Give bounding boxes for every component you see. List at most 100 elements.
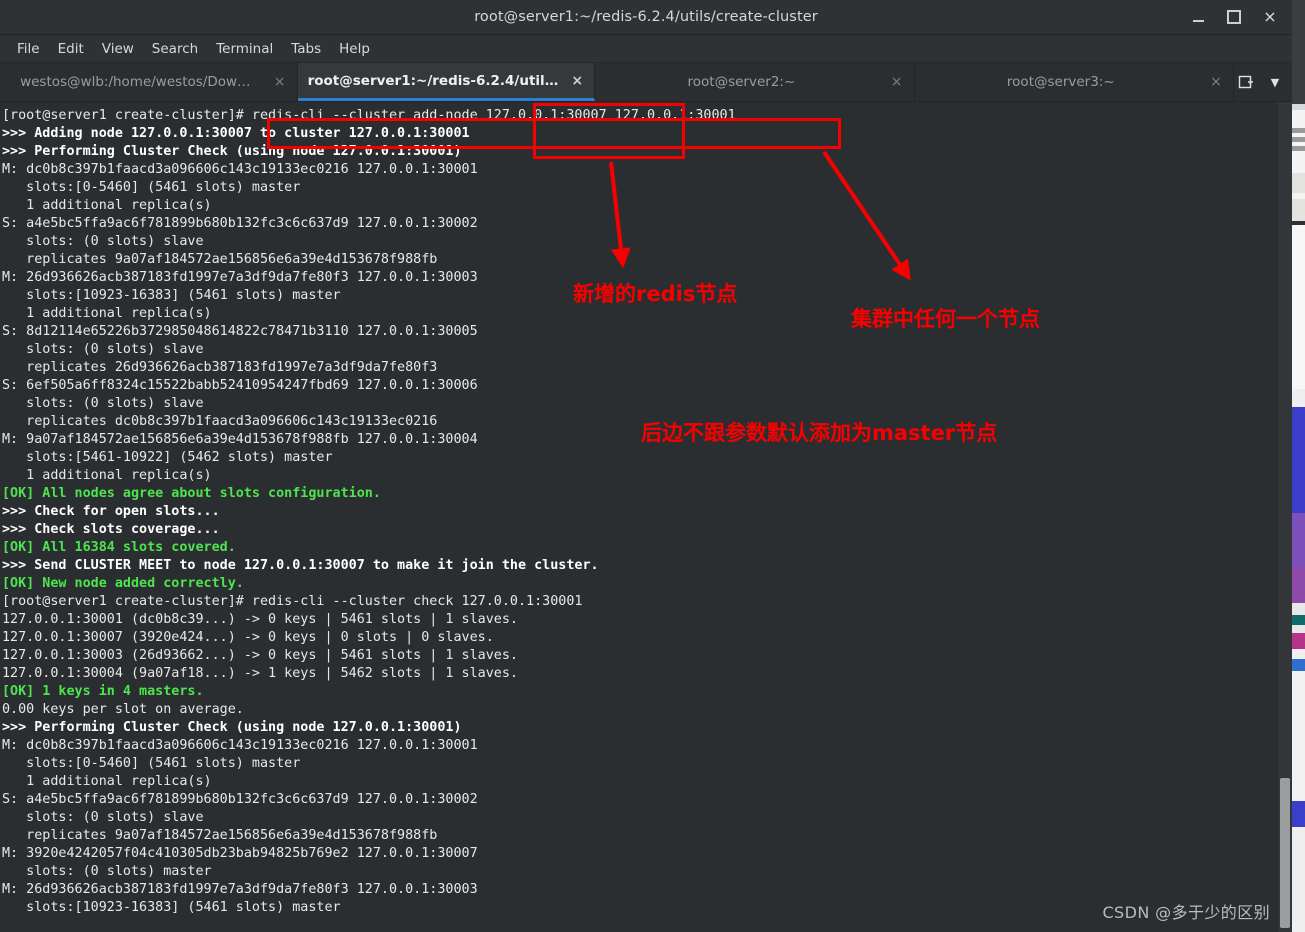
terminal-line: slots:[10923-16383] (5461 slots) master [2,899,736,917]
terminal-text-span: >>> Check for open slots... [2,504,220,519]
new-tab-icon[interactable] [1234,70,1258,94]
terminal-line: replicates 9a07af184572ae156856e6a39e4d1… [2,251,736,269]
menu-item-view[interactable]: View [93,39,143,59]
terminal-scrollbar[interactable] [1278,102,1292,932]
terminal-text-span: 1 additional replica(s) [2,774,212,789]
terminal-text-span: replicates 9a07af184572ae156856e6a39e4d1… [2,828,438,843]
terminal-text-span: M: 9a07af184572ae156856e6a39e4d153678f98… [2,432,478,447]
menu-item-terminal[interactable]: Terminal [207,39,282,59]
terminal-line: 1 additional replica(s) [2,467,736,485]
menu-item-search[interactable]: Search [143,39,207,59]
terminal-text-span: >>> Adding node 127.0.0.1:30007 to clust… [2,126,470,141]
tab-bar-actions: ▼ [1234,63,1292,101]
terminal-text-span: 127.0.0.1:30004 (9a07af18...) -> 1 keys … [2,666,518,681]
terminal-line: >>> Adding node 127.0.0.1:30007 to clust… [2,125,736,143]
terminal-line: 127.0.0.1:30001 (dc0b8c39...) -> 0 keys … [2,611,736,629]
menu-item-help[interactable]: Help [330,39,379,59]
terminal-text-span: replicates 9a07af184572ae156856e6a39e4d1… [2,252,438,267]
terminal-line: replicates dc0b8c397b1faacd3a096606c143c… [2,413,736,431]
terminal-text-span: >>> Check slots coverage... [2,522,220,537]
bg-strip [1290,649,1305,659]
window-controls: × [1180,0,1288,34]
tab-server2[interactable]: root@server2:~ × [595,63,915,101]
tab-westos-downloads[interactable]: westos@wlb:/home/westos/Dow… × [0,63,298,101]
maximize-button[interactable] [1216,0,1252,34]
menu-item-file[interactable]: File [8,39,49,59]
terminal-line: [OK] 1 keys in 4 masters. [2,683,736,701]
terminal-text-span: slots: (0 slots) slave [2,342,204,357]
bg-strip [1290,151,1305,173]
tab-close-icon[interactable]: × [1209,74,1223,90]
tab-close-icon[interactable]: × [890,74,904,90]
terminal-text-span: 127.0.0.1:30001 (dc0b8c39...) -> 0 keys … [2,612,518,627]
terminal-text-span: 0.00 keys per slot on average. [2,702,244,717]
terminal-line: M: 3920e4242057f04c410305db23bab94825b76… [2,845,736,863]
title-bar: root@server1:~/redis-6.2.4/utils/create-… [0,0,1292,35]
terminal-text-span: [root@server1 create-cluster]# [2,108,252,123]
terminal-text: [root@server1 create-cluster]# redis-cli… [0,102,736,917]
terminal-text-span: 127.0.0.1:30003 (26d93662...) -> 0 keys … [2,648,518,663]
bg-strip [1290,827,1305,932]
tab-label: root@server1:~/redis-6.2.4/utils/c… [307,72,559,89]
terminal-line: 127.0.0.1:30003 (26d93662...) -> 0 keys … [2,647,736,665]
terminal-line: 127.0.0.1:30007 (3920e424...) -> 0 keys … [2,629,736,647]
terminal-line: [root@server1 create-cluster]# redis-cli… [2,107,736,125]
bg-strip [1290,603,1305,615]
tab-server3[interactable]: root@server3:~ × [915,63,1234,101]
terminal-text-span: S: 8d12114e65226b372985048614822c78471b3… [2,324,478,339]
terminal-line: [root@server1 create-cluster]# redis-cli… [2,593,736,611]
bg-strip [1290,671,1305,801]
window-title: root@server1:~/redis-6.2.4/utils/create-… [474,9,818,25]
terminal-line: 127.0.0.1:30004 (9a07af18...) -> 1 keys … [2,665,736,683]
tab-close-icon[interactable]: × [273,74,287,90]
terminal-text-span: 1 additional replica(s) [2,306,212,321]
terminal-line: [OK] All nodes agree about slots configu… [2,485,736,503]
terminal-line: M: dc0b8c397b1faacd3a096606c143c19133ec0… [2,161,736,179]
terminal-line: slots: (0 slots) master [2,863,736,881]
terminal-text-span: >>> Performing Cluster Check (using node… [2,144,462,159]
minimize-button[interactable] [1180,0,1216,34]
chevron-down-icon[interactable]: ▼ [1264,70,1286,94]
bg-strip [1290,633,1305,649]
bg-strip [1290,110,1305,128]
tab-label: root@server3:~ [1006,74,1115,90]
terminal-line: >>> Send CLUSTER MEET to node 127.0.0.1:… [2,557,736,575]
terminal-line: M: 9a07af184572ae156856e6a39e4d153678f98… [2,431,736,449]
terminal-window: root@server1:~/redis-6.2.4/utils/create-… [0,0,1292,932]
terminal-line: slots:[10923-16383] (5461 slots) master [2,287,736,305]
terminal-text-span: slots:[0-5460] (5461 slots) master [2,756,301,771]
terminal-text-span: [OK] All nodes agree about slots configu… [2,486,381,501]
terminal-output-area[interactable]: [root@server1 create-cluster]# redis-cli… [0,102,1292,932]
terminal-text-span: 127.0.0.1:30007 (3920e424...) -> 0 keys … [2,630,494,645]
minimize-icon [1192,19,1204,22]
terminal-line: slots:[0-5460] (5461 slots) master [2,755,736,773]
tab-server1-create-cluster[interactable]: root@server1:~/redis-6.2.4/utils/c… × [297,63,596,101]
terminal-line: M: dc0b8c397b1faacd3a096606c143c19133ec0… [2,737,736,755]
menu-bar: File Edit View Search Terminal Tabs Help [0,35,1292,63]
terminal-line: replicates 9a07af184572ae156856e6a39e4d1… [2,827,736,845]
close-button[interactable]: × [1252,0,1288,34]
menu-item-edit[interactable]: Edit [49,39,93,59]
bg-strip [1290,513,1305,567]
tab-label: root@server2:~ [687,74,796,90]
terminal-line: 1 additional replica(s) [2,197,736,215]
terminal-line: slots: (0 slots) slave [2,809,736,827]
terminal-text-span: M: 26d936626acb387183fd1997e7a3df9da7fe8… [2,882,478,897]
terminal-line: M: 26d936626acb387183fd1997e7a3df9da7fe8… [2,269,736,287]
terminal-text-span: >>> Send CLUSTER MEET to node 127.0.0.1:… [2,558,599,573]
terminal-text-span: 1 additional replica(s) [2,468,212,483]
terminal-line: >>> Performing Cluster Check (using node… [2,143,736,161]
scrollbar-thumb[interactable] [1280,778,1290,928]
tab-label: westos@wlb:/home/westos/Dow… [20,74,251,90]
terminal-text-span: >>> Performing Cluster Check (using node… [2,720,462,735]
bg-strip [1290,225,1305,389]
terminal-line: S: 6ef505a6ff8324c15522babb52410954247fb… [2,377,736,395]
menu-item-tabs[interactable]: Tabs [282,39,330,59]
terminal-line: slots: (0 slots) slave [2,395,736,413]
terminal-text-span: M: dc0b8c397b1faacd3a096606c143c19133ec0… [2,738,478,753]
terminal-text-span: slots: (0 slots) slave [2,234,204,249]
terminal-text-span: [OK] New node added correctly. [2,576,244,591]
terminal-line: 0.00 keys per slot on average. [2,701,736,719]
tab-close-icon[interactable]: × [570,73,584,89]
terminal-text-span: slots: (0 slots) slave [2,810,204,825]
